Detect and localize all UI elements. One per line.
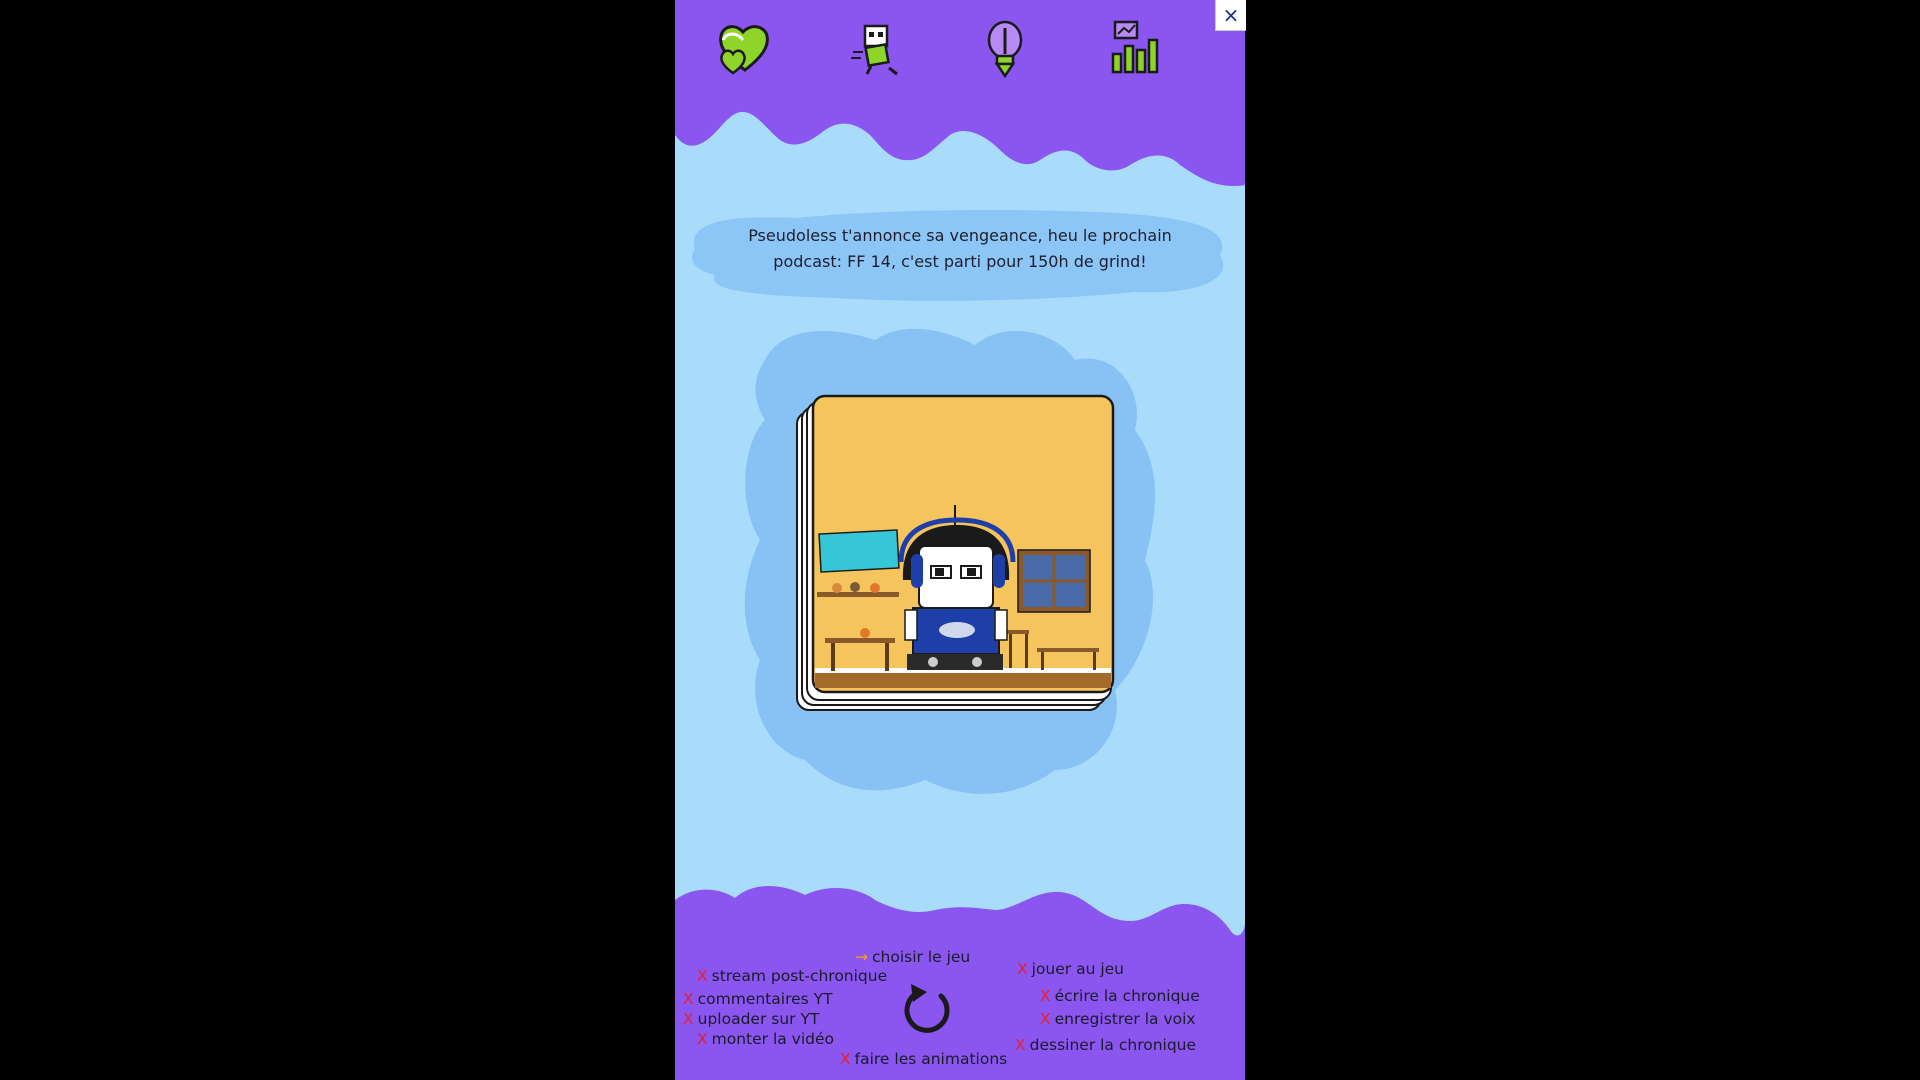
checklist-item-monter-la-video: Xmonter la vidéo — [697, 1030, 834, 1048]
checklist-item-uploader-sur-yt: Xuploader sur YT — [683, 1010, 819, 1028]
checklist-label: choisir le jeu — [872, 948, 971, 966]
event-message: Pseudoless t'annonce sa vengeance, heu l… — [748, 226, 1172, 271]
todo-marker: X — [697, 1030, 708, 1048]
lightbulb-pencil-icon[interactable] — [975, 18, 1035, 78]
card-area — [744, 328, 1155, 794]
checklist-label: faire les animations — [854, 1050, 1008, 1068]
checklist-item-jouer-au-jeu: Xjouer au jeu — [1017, 960, 1124, 978]
close-button[interactable]: × — [1215, 0, 1246, 31]
hearts-icon[interactable] — [715, 18, 775, 78]
todo-marker: X — [683, 990, 694, 1008]
checklist-label: jouer au jeu — [1031, 960, 1124, 978]
checklist-label: uploader sur YT — [697, 1010, 820, 1028]
game-panel: Pseudoless t'annonce sa vengeance, heu l… — [675, 0, 1245, 1080]
todo-marker: X — [683, 1010, 694, 1028]
todo-marker: X — [1040, 1010, 1051, 1028]
todo-marker: X — [1040, 987, 1051, 1005]
refresh-icon[interactable] — [897, 980, 957, 1040]
checklist-label: enregistrer la voix — [1054, 1010, 1196, 1028]
checklist-item-stream-post-chronique: Xstream post-chronique — [697, 967, 887, 985]
todo-marker: X — [697, 967, 708, 985]
checklist-item-enregistrer-la-voix: Xenregistrer la voix — [1040, 1010, 1196, 1028]
checklist-item-dessiner-la-chronique: Xdessiner la chronique — [1015, 1036, 1196, 1054]
todo-marker: X — [1015, 1036, 1026, 1054]
checklist-item-faire-les-animations: Xfaire les animations — [840, 1050, 1007, 1068]
todo-marker: X — [840, 1050, 851, 1068]
checklist-item-ecrire-la-chronique: Xécrire la chronique — [1040, 987, 1200, 1005]
checklist-label: écrire la chronique — [1054, 987, 1200, 1005]
checklist-label: monter la vidéo — [711, 1030, 835, 1048]
character-icon[interactable] — [845, 18, 905, 78]
checklist-item-commentaires-yt: Xcommentaires YT — [683, 990, 833, 1008]
checklist-item-choisir-le-jeu: → choisir le jeu — [855, 948, 970, 966]
todo-marker: X — [1017, 960, 1028, 978]
stats-chart-icon[interactable] — [1105, 18, 1165, 78]
checklist-label: commentaires YT — [697, 990, 833, 1008]
checklist-label: stream post-chronique — [711, 967, 888, 985]
checklist-label: dessiner la chronique — [1029, 1036, 1197, 1054]
current-step-marker: → — [855, 948, 868, 966]
